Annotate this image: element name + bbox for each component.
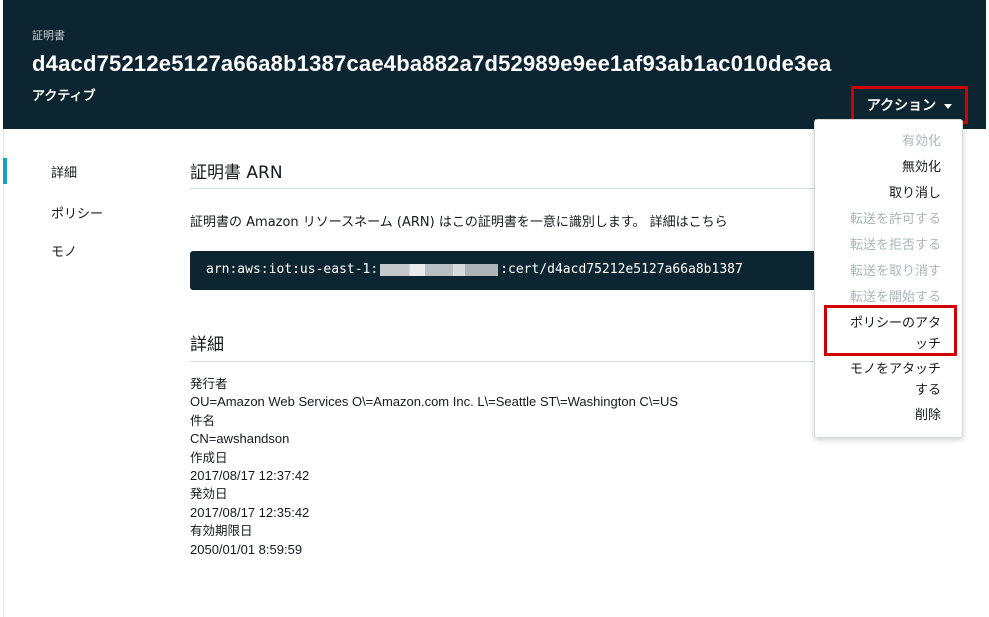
status-badge: アクティブ — [32, 89, 96, 104]
section-divider — [190, 361, 830, 362]
certificate-id-title: d4acd75212e5127a66a8b1387cae4ba882a7d529… — [32, 51, 832, 76]
arn-suffix: :cert/d4acd75212e5127a66a8b1387 — [500, 262, 743, 277]
arn-description-text: 証明書の Amazon リソースネーム (ARN) はこの証明書を一意に識別しま… — [190, 215, 646, 230]
menu-item-accept-transfer: 転送を許可する — [849, 212, 941, 227]
arn-code-block[interactable]: arn:aws:iot:us-east-1: :cert/d4acd75212e… — [190, 251, 830, 290]
expiration-value: 2050/01/01 8:59:59 — [190, 541, 303, 557]
actions-button-label: アクション — [866, 98, 937, 114]
arn-section-title: 証明書 ARN — [190, 163, 283, 183]
issuer-value: OU=Amazon Web Services O\=Amazon.com Inc… — [190, 394, 679, 410]
menu-item-activate: 有効化 — [901, 134, 941, 149]
menu-item-label-line: ッチ — [914, 337, 941, 352]
menu-item-label-line: ポリシーのアタ — [849, 316, 941, 331]
sidebar-item-things[interactable]: モノ — [3, 231, 153, 269]
learn-more-link[interactable]: 詳細はこちら — [650, 215, 728, 230]
menu-item-attach-thing[interactable]: モノをアタッチ する — [850, 359, 941, 401]
certificate-header: 証明書 d4acd75212e5127a66a8b1387cae4ba882a7… — [3, 0, 986, 129]
actions-dropdown-menu: 有効化 無効化 取り消し 転送を許可する 転送を拒否する 転送を取り消す 転送を… — [814, 119, 963, 438]
redacted-account-id — [380, 263, 499, 276]
menu-item-cancel-transfer: 転送を取り消す — [849, 264, 941, 279]
created-label: 作成日 — [190, 449, 228, 465]
sidebar-item-details[interactable]: 詳細 — [3, 155, 153, 187]
menu-item-label-line: モノをアタッチ — [849, 362, 941, 377]
subject-label: 件名 — [190, 412, 216, 428]
menu-item-deactivate[interactable]: 無効化 — [902, 157, 941, 178]
menu-item-label-line: する — [914, 383, 941, 398]
sidebar-item-policies[interactable]: ポリシー — [3, 193, 153, 231]
menu-item-revoke[interactable]: 取り消し — [889, 183, 941, 204]
caret-down-icon — [944, 103, 953, 109]
menu-item-delete[interactable]: 削除 — [915, 405, 941, 426]
subject-value: CN=awshandson — [190, 431, 290, 447]
page-eyebrow: 証明書 — [32, 29, 65, 42]
effective-label: 発効日 — [190, 486, 228, 502]
arn-prefix: arn:aws:iot:us-east-1: — [206, 262, 379, 277]
arn-value: arn:aws:iot:us-east-1: :cert/d4acd75212e… — [206, 262, 743, 277]
sidebar-item-label: 詳細 — [51, 165, 78, 181]
issuer-label: 発行者 — [190, 376, 228, 391]
details-list: 発行者 OU=Amazon Web Services O\=Amazon.com… — [190, 375, 678, 559]
sidebar-item-label: モノ — [51, 244, 78, 260]
created-value: 2017/08/17 12:37:42 — [190, 468, 310, 484]
details-section-title: 詳細 — [190, 335, 224, 355]
menu-item-start-transfer: 転送を開始する — [849, 290, 941, 305]
arn-description: 証明書の Amazon リソースネーム (ARN) はこの証明書を一意に識別しま… — [190, 211, 728, 230]
expiration-label: 有効期限日 — [190, 523, 253, 539]
sidebar-item-label: ポリシー — [51, 206, 104, 222]
effective-value: 2017/08/17 12:35:42 — [190, 504, 310, 520]
side-navigation: 詳細 ポリシー モノ — [3, 155, 153, 269]
section-divider — [190, 188, 830, 189]
menu-item-reject-transfer: 転送を拒否する — [849, 238, 941, 253]
menu-item-attach-policy[interactable]: ポリシーのアタ ッチ — [850, 313, 941, 355]
